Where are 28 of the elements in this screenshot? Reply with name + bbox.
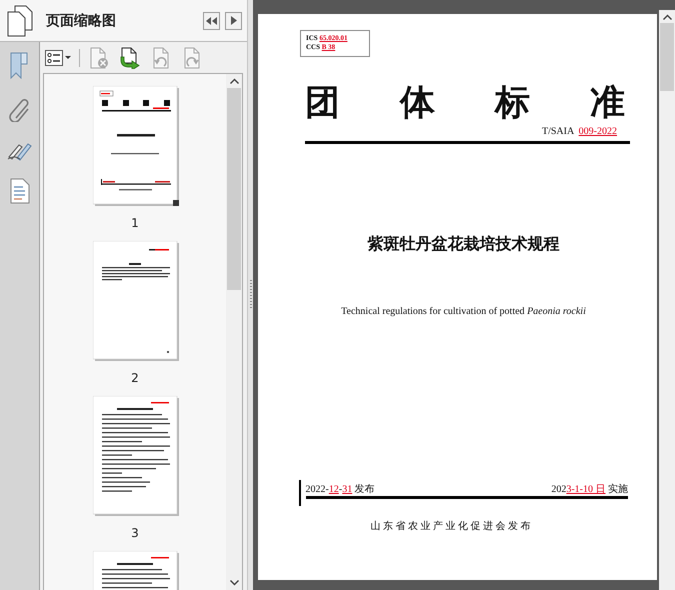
paperclip-icon[interactable] [8, 96, 30, 122]
collapse-button[interactable] [203, 12, 220, 30]
expand-button[interactable] [225, 12, 242, 30]
page-number: 3 [131, 526, 139, 540]
double-arrow-icon [206, 16, 217, 24]
document-icon[interactable] [10, 178, 30, 204]
scroll-up-icon[interactable] [230, 78, 238, 84]
document-title: 紫斑牡丹盆花栽培技术规程 [366, 233, 560, 255]
list-menu-icon[interactable] [45, 50, 71, 66]
release-date: 2022-12-31 发布 [306, 484, 375, 496]
scroll-thumb[interactable] [660, 23, 674, 91]
document-scrollbar[interactable] [659, 10, 675, 590]
pages-icon[interactable] [7, 4, 33, 36]
scroll-up-icon[interactable] [662, 14, 672, 20]
implementation-date: 2023-1-10 日 实施 [551, 484, 628, 496]
panel-title: 页面缩略图 [46, 12, 117, 30]
english-title: Technical regulations for cultivation of potted Paeonia rockii [340, 306, 587, 318]
page-number: 2 [131, 371, 139, 385]
arrow-icon [230, 16, 236, 25]
scroll-down-icon[interactable] [230, 580, 238, 586]
page-arrow-icon[interactable] [120, 46, 141, 68]
page-number: 1 [131, 216, 139, 230]
standard-heading: 团 体 标 准 [305, 83, 625, 123]
scroll-thumb[interactable] [227, 88, 241, 290]
bookmark-icon[interactable] [10, 52, 29, 79]
publisher-name: 山东省农业产业化促进会发布 [369, 521, 534, 533]
thumbnail-scrollbar[interactable] [226, 74, 242, 590]
standard-number: T/SAIA 009-2022 [542, 126, 617, 138]
